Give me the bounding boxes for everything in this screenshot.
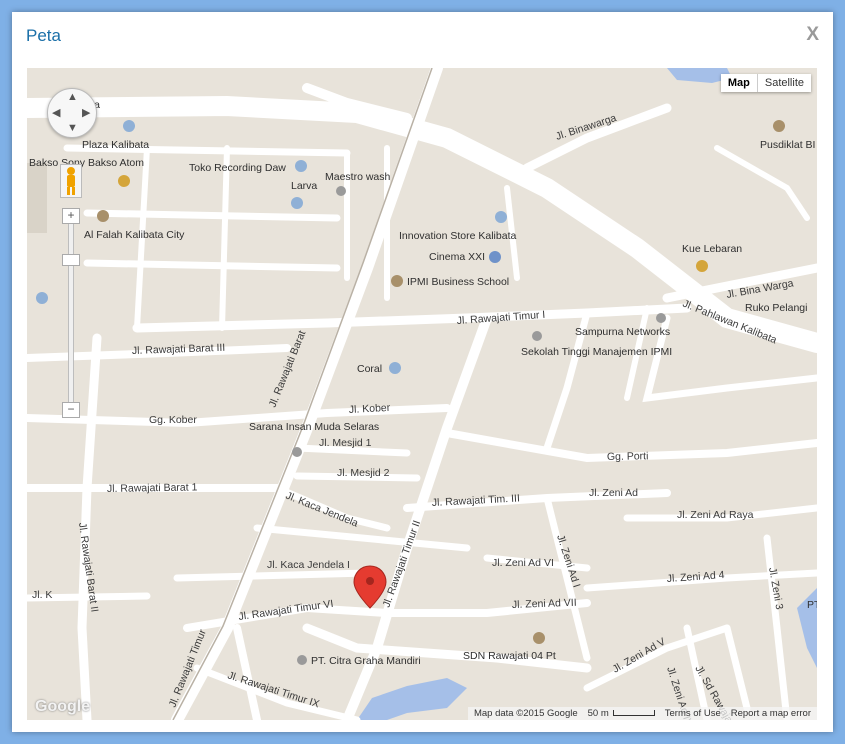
cinema-icon[interactable] [489,251,501,263]
street-label: Jl. Rawajati Barat 1 [107,481,198,495]
map-dialog: Peta X Jl. Binawarga Jl. Pahlawan Kaliba… [12,12,833,732]
generic-place-icon[interactable] [656,313,666,323]
zoom-slider-track[interactable] [68,216,74,408]
street-label: Gg. Porti [607,450,649,463]
street-label: Jl. Mesjid 1 [319,437,372,449]
museum-icon[interactable] [773,120,785,132]
restaurant-icon[interactable] [118,175,130,187]
place-label: Cinema XXI [429,251,485,263]
map-button[interactable]: Map [721,74,757,92]
shopping-icon[interactable] [291,197,303,209]
zoom-slider-handle[interactable] [62,254,80,266]
map-footer: Map data ©2015 Google 50 m Terms of Use … [467,707,817,720]
street-label: Jl. Kaca Jendela I [267,559,350,571]
street-label: Jl. Zeni Ad VI [492,557,554,569]
pan-down-icon[interactable]: ▼ [67,122,78,134]
shopping-icon[interactable] [36,292,48,304]
street-label: Jl. Kober [349,402,392,416]
street-label: Jl. Zeni Ad VII [512,597,577,611]
street-label: Jl. Zeni Ad [589,487,638,499]
scale-bar [612,710,655,717]
shopping-icon[interactable] [495,211,507,223]
place-label: PT [807,599,817,611]
pan-up-icon[interactable]: ▲ [67,91,78,103]
zoom-out-button[interactable]: − [62,402,80,418]
street-label: Gg. Kober [149,414,197,426]
place-label: Al Falah Kalibata City [84,229,185,241]
terms-link[interactable]: Terms of Use [665,708,721,719]
school-icon[interactable] [391,275,403,287]
shopping-icon[interactable] [295,160,307,172]
place-label: Sekolah Tinggi Manajemen IPMI [521,346,672,358]
close-button[interactable]: X [806,24,819,46]
school-icon[interactable] [97,210,109,222]
street-label: Jl. K [32,589,52,601]
satellite-button[interactable]: Satellite [756,74,811,92]
map-tiles: Jl. Binawarga Jl. Pahlawan Kalibata Jl. … [27,68,817,720]
google-logo: Google [35,698,91,715]
place-label: Bakso Sony Bakso Atom [29,157,144,169]
pan-control[interactable]: ▲ ▼ ◀ ▶ [47,88,97,138]
map-data-attribution: Map data ©2015 Google [473,708,578,719]
place-label: Kue Lebaran [682,243,742,255]
place-label: Sarana Insan Muda Selaras [249,421,379,433]
school-icon[interactable] [533,632,545,644]
place-label: Sampurna Networks [575,326,670,338]
generic-place-icon[interactable] [336,186,346,196]
pan-right-icon[interactable]: ▶ [82,106,90,119]
place-label: Coral [357,363,382,375]
report-error-link[interactable]: Report a map error [731,708,811,719]
pegman-icon[interactable] [60,164,82,198]
street-label: Jl. Zeni Ad Raya [677,509,754,521]
generic-place-icon[interactable] [292,447,302,457]
generic-place-icon[interactable] [532,331,542,341]
place-label: Maestro wash [325,171,391,183]
place-label: Pusdiklat BI [760,139,815,151]
dialog-title: Peta [26,26,61,45]
zoom-in-button[interactable]: + [62,208,80,224]
pan-left-icon[interactable]: ◀ [52,106,60,119]
scale-indicator: 50 m [588,708,655,719]
place-label: Plaza Kalibata [82,139,149,151]
map-type-control: Map Satellite [720,74,811,92]
place-label: Innovation Store Kalibata [399,230,516,242]
place-label: Larva [291,180,317,192]
shopping-icon[interactable] [389,362,401,374]
shopping-icon[interactable] [123,120,135,132]
street-label: Jl. Mesjid 2 [337,467,390,479]
generic-place-icon[interactable] [297,655,307,665]
place-label: Ruko Pelangi [745,302,807,314]
place-label: PT. Citra Graha Mandiri [311,655,421,667]
scale-label: 50 m [587,708,609,719]
place-label: SDN Rawajati 04 Pt [463,650,556,662]
place-label: Toko Recording Daw [189,162,286,174]
map-canvas[interactable]: Jl. Binawarga Jl. Pahlawan Kalibata Jl. … [27,68,817,720]
restaurant-icon[interactable] [696,260,708,272]
place-label: IPMI Business School [407,276,509,288]
